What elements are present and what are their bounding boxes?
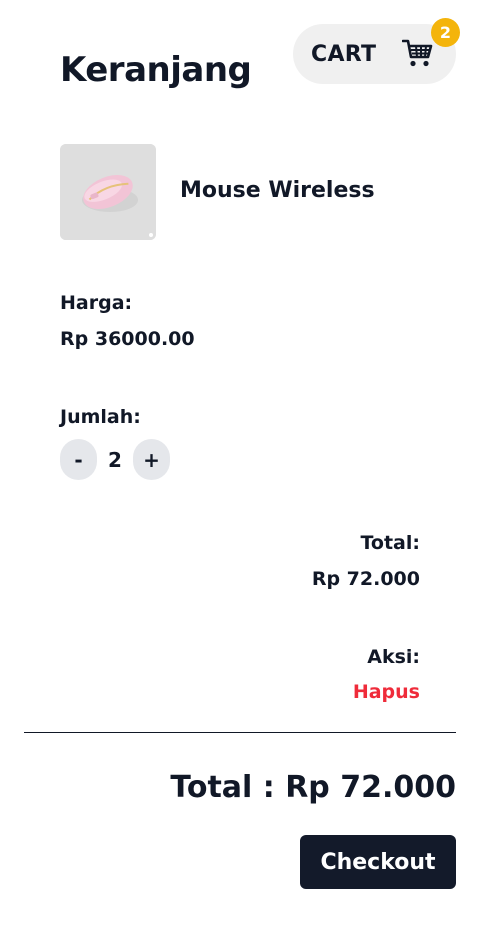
cart-button[interactable]: CART 2 — [293, 18, 460, 84]
quantity-label: Jumlah: — [60, 406, 141, 428]
shopping-cart-icon — [402, 39, 433, 67]
cart-count-badge: 2 — [431, 18, 460, 47]
price-value: Rp 36000.00 — [60, 328, 195, 350]
checkout-button[interactable]: Checkout — [300, 835, 456, 889]
price-label: Harga: — [60, 292, 133, 314]
grand-total: Total : Rp 72.000 — [170, 770, 456, 805]
pink-wireless-mouse-image — [60, 144, 156, 240]
decrease-quantity-button[interactable]: - — [60, 439, 97, 480]
product-image — [60, 144, 156, 240]
cart-item: Mouse Wireless Harga: Rp 36000.00 Jumlah… — [24, 122, 456, 733]
item-total-label: Total: — [360, 532, 420, 554]
action-label: Aksi: — [367, 646, 420, 668]
page-title: Keranjang — [60, 50, 252, 90]
increase-quantity-button[interactable]: + — [133, 439, 170, 480]
item-total-value: Rp 72.000 — [311, 568, 420, 590]
quantity-value: 2 — [108, 448, 122, 472]
delete-item-link[interactable]: Hapus — [353, 681, 420, 703]
cart-label: CART — [311, 41, 377, 67]
product-name: Mouse Wireless — [180, 178, 375, 203]
